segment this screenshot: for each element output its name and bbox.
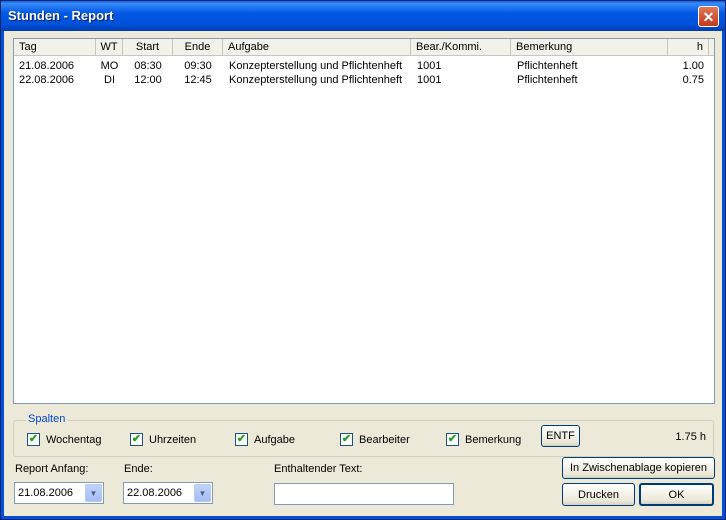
checkmark-icon: ✔ [340, 433, 353, 446]
close-icon: ✕ [702, 8, 715, 25]
cell-tag: 21.08.2006 [19, 60, 75, 72]
title-bar[interactable]: Stunden - Report ✕ [1, 1, 725, 31]
column-header-ende[interactable]: Ende [173, 39, 223, 56]
text-filter-label: Enthaltender Text: [274, 463, 363, 475]
checkbox-label: Wochentag [46, 433, 102, 446]
cell-ende: 12:45 [184, 74, 212, 86]
table-row[interactable]: 22.08.2006 DI 12:00 12:45 Konzepterstell… [14, 73, 714, 87]
text-filter-input[interactable] [274, 483, 454, 505]
start-date-label: Report Anfang: [15, 463, 89, 475]
table-row[interactable]: 21.08.2006 MO 08:30 09:30 Konzepterstell… [14, 59, 714, 73]
window-title: Stunden - Report [8, 8, 114, 23]
dropdown-arrow-icon[interactable]: ▼ [85, 484, 102, 502]
cell-start: 12:00 [134, 74, 162, 86]
column-header-aufgabe[interactable]: Aufgabe [223, 39, 411, 56]
hours-list[interactable]: Tag WT Start Ende Aufgabe Bear./Kommi. B… [13, 38, 715, 404]
print-button[interactable]: Drucken [562, 483, 635, 506]
checkbox-label: Uhrzeiten [149, 433, 197, 446]
checkbox-label: Bemerkung [465, 433, 522, 446]
cell-bearbeiter: 1001 [417, 60, 442, 72]
cell-wt: MO [100, 60, 119, 72]
cell-start: 08:30 [134, 60, 162, 72]
delete-button[interactable]: ENTF [541, 425, 580, 447]
dropdown-arrow-icon[interactable]: ▼ [194, 484, 211, 502]
list-header: Tag WT Start Ende Aufgabe Bear./Kommi. B… [14, 39, 714, 56]
copy-to-clipboard-button[interactable]: In Zwischenablage kopieren [562, 457, 715, 479]
checkbox-label: Aufgabe [254, 433, 295, 446]
checkbox-aufgabe[interactable]: ✔ Aufgabe [235, 433, 295, 446]
checkmark-icon: ✔ [130, 433, 143, 446]
cell-hours: 0.75 [682, 74, 704, 86]
checkbox-label: Bearbeiter [359, 433, 410, 446]
column-header-tag[interactable]: Tag [14, 39, 96, 56]
column-header-bemerkung[interactable]: Bemerkung [511, 39, 668, 56]
column-header-wt[interactable]: WT [96, 39, 123, 56]
checkbox-bearbeiter[interactable]: ✔ Bearbeiter [340, 433, 410, 446]
checkbox-wochentag[interactable]: ✔ Wochentag [27, 433, 101, 446]
cell-bemerkung: Pflichtenheft [517, 60, 578, 72]
cell-tag: 22.08.2006 [19, 74, 75, 86]
cell-bemerkung: Pflichtenheft [517, 74, 578, 86]
cell-ende: 09:30 [184, 60, 212, 72]
ok-button[interactable]: OK [639, 483, 714, 506]
start-date-combo[interactable]: 21.08.2006 ▼ [14, 482, 104, 504]
start-date-value: 21.08.2006 [18, 487, 74, 499]
cell-aufgabe: Konzepterstellung und Pflichtenheft [229, 60, 403, 72]
checkmark-icon: ✔ [235, 433, 248, 446]
columns-legend: Spalten [26, 413, 68, 425]
checkmark-icon: ✔ [27, 433, 40, 446]
checkbox-bemerkung[interactable]: ✔ Bemerkung [446, 433, 521, 446]
column-header-hours[interactable]: h [668, 39, 709, 56]
columns-groupbox: Spalten ✔ Wochentag ✔ Uhrzeiten ✔ Aufgab… [13, 413, 714, 457]
close-button[interactable]: ✕ [698, 6, 719, 27]
checkmark-icon: ✔ [446, 433, 459, 446]
end-date-combo[interactable]: 22.08.2006 ▼ [123, 482, 213, 504]
total-hours: 1.75 h [675, 431, 706, 443]
cell-wt: DI [104, 74, 115, 86]
cell-aufgabe: Konzepterstellung und Pflichtenheft [229, 74, 403, 86]
checkbox-uhrzeiten[interactable]: ✔ Uhrzeiten [130, 433, 196, 446]
end-date-label: Ende: [124, 463, 153, 475]
column-header-bearbeiter[interactable]: Bear./Kommi. [411, 39, 511, 56]
column-header-start[interactable]: Start [123, 39, 173, 56]
end-date-value: 22.08.2006 [127, 487, 183, 499]
cell-hours: 1.00 [682, 60, 704, 72]
report-window: Stunden - Report ✕ Tag WT Start Ende Auf… [0, 0, 726, 520]
cell-bearbeiter: 1001 [417, 74, 442, 86]
